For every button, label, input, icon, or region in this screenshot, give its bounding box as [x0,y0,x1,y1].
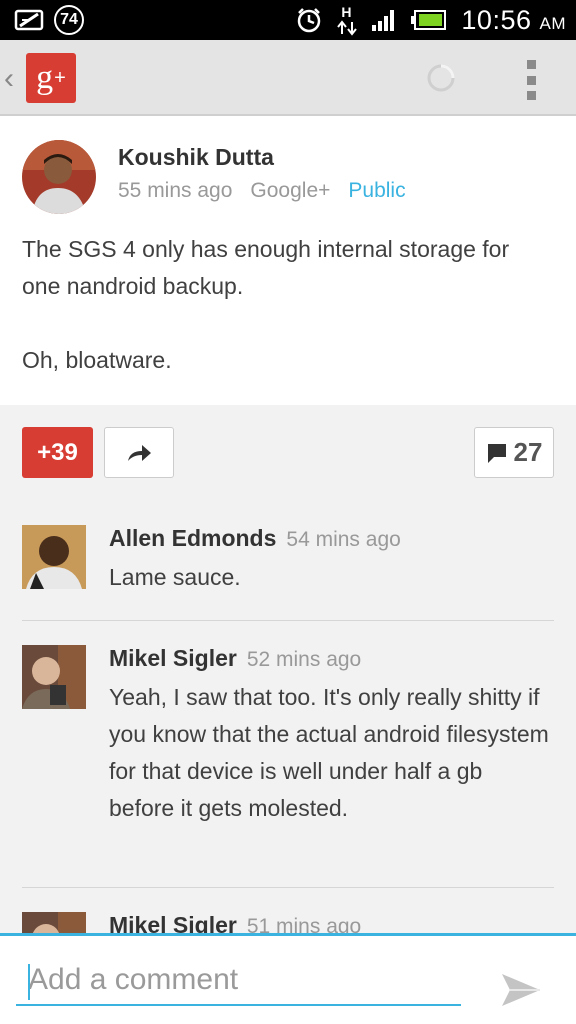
network-h-icon: H [337,4,358,36]
clock-ampm: AM [539,13,566,33]
post-source: Google+ [250,179,331,202]
post-card: Koushik Dutta 55 mins ago Google+ Public… [0,116,576,405]
battery-saver-icon [14,9,44,31]
action-bar: ‹ g + [0,40,576,116]
overflow-dot [526,75,536,85]
gplus-logo-g: g [36,59,54,96]
gplus-logo[interactable]: g + [26,53,76,103]
comment-count: 27 [513,437,543,467]
spinner-icon [427,64,455,92]
gplus-logo-plus: + [54,66,66,89]
status-left: 74 [14,5,84,35]
status-right: H 10:56 AM [295,0,566,40]
clock-time: 10:56 [461,4,532,35]
post-text-line: Oh, bloatware. [22,347,172,373]
battery-icon [411,10,447,30]
post-visibility[interactable]: Public [348,179,405,203]
overflow-menu-icon[interactable] [520,60,542,100]
clock: 10:56 AM [461,5,566,36]
commenter-name-text: Allen Edmonds [109,525,277,551]
comment-divider [22,887,554,888]
comment-input[interactable] [16,956,461,1006]
alarm-icon [298,8,321,33]
status-bar: 74 H 10:56 AM [0,0,576,40]
commenter-name[interactable]: Mikel Sigler 52 mins ago [109,645,361,672]
comment-text: Lame sauce. [109,564,241,590]
comment-time: 52 mins ago [246,648,362,671]
signal-icon [372,10,395,31]
comment-text: Yeah, I saw that too. It's only really s… [109,684,549,821]
compose-bar [0,933,576,1024]
commenter-name[interactable]: Allen Edmonds 54 mins ago [109,525,401,552]
share-arrow-icon [128,444,151,461]
plus-one-button[interactable]: +39 [22,427,93,478]
send-icon[interactable] [500,972,542,1008]
comment-bubble-icon [487,443,506,463]
back-chevron-icon[interactable]: ‹ [4,62,14,96]
share-button[interactable] [104,427,174,478]
comment-divider [22,620,554,621]
commenter-avatar[interactable] [22,645,86,709]
overflow-dot [526,60,536,69]
post-time: 55 mins ago [118,179,233,202]
commenter-name-text: Mikel Sigler [109,645,237,671]
post-body: The SGS 4 only has enough internal stora… [22,231,552,379]
commenter-avatar[interactable] [22,525,86,589]
post-meta: 55 mins ago Google+ Public [118,179,406,203]
commenter-avatar-image [22,525,86,589]
data-arrows-icon [337,20,358,36]
overflow-dot [526,91,536,100]
post-text-line: The SGS 4 only has enough internal stora… [22,236,510,299]
author-avatar-image [22,140,96,214]
author-name[interactable]: Koushik Dutta [118,144,274,171]
author-avatar[interactable] [22,140,96,214]
text-cursor [28,964,30,1000]
comments-count-button[interactable]: 27 [474,427,554,478]
comment-time: 54 mins ago [286,528,401,551]
battery-level-badge: 74 [54,5,84,35]
network-type-label: H [341,4,352,20]
commenter-avatar-image [22,645,86,709]
